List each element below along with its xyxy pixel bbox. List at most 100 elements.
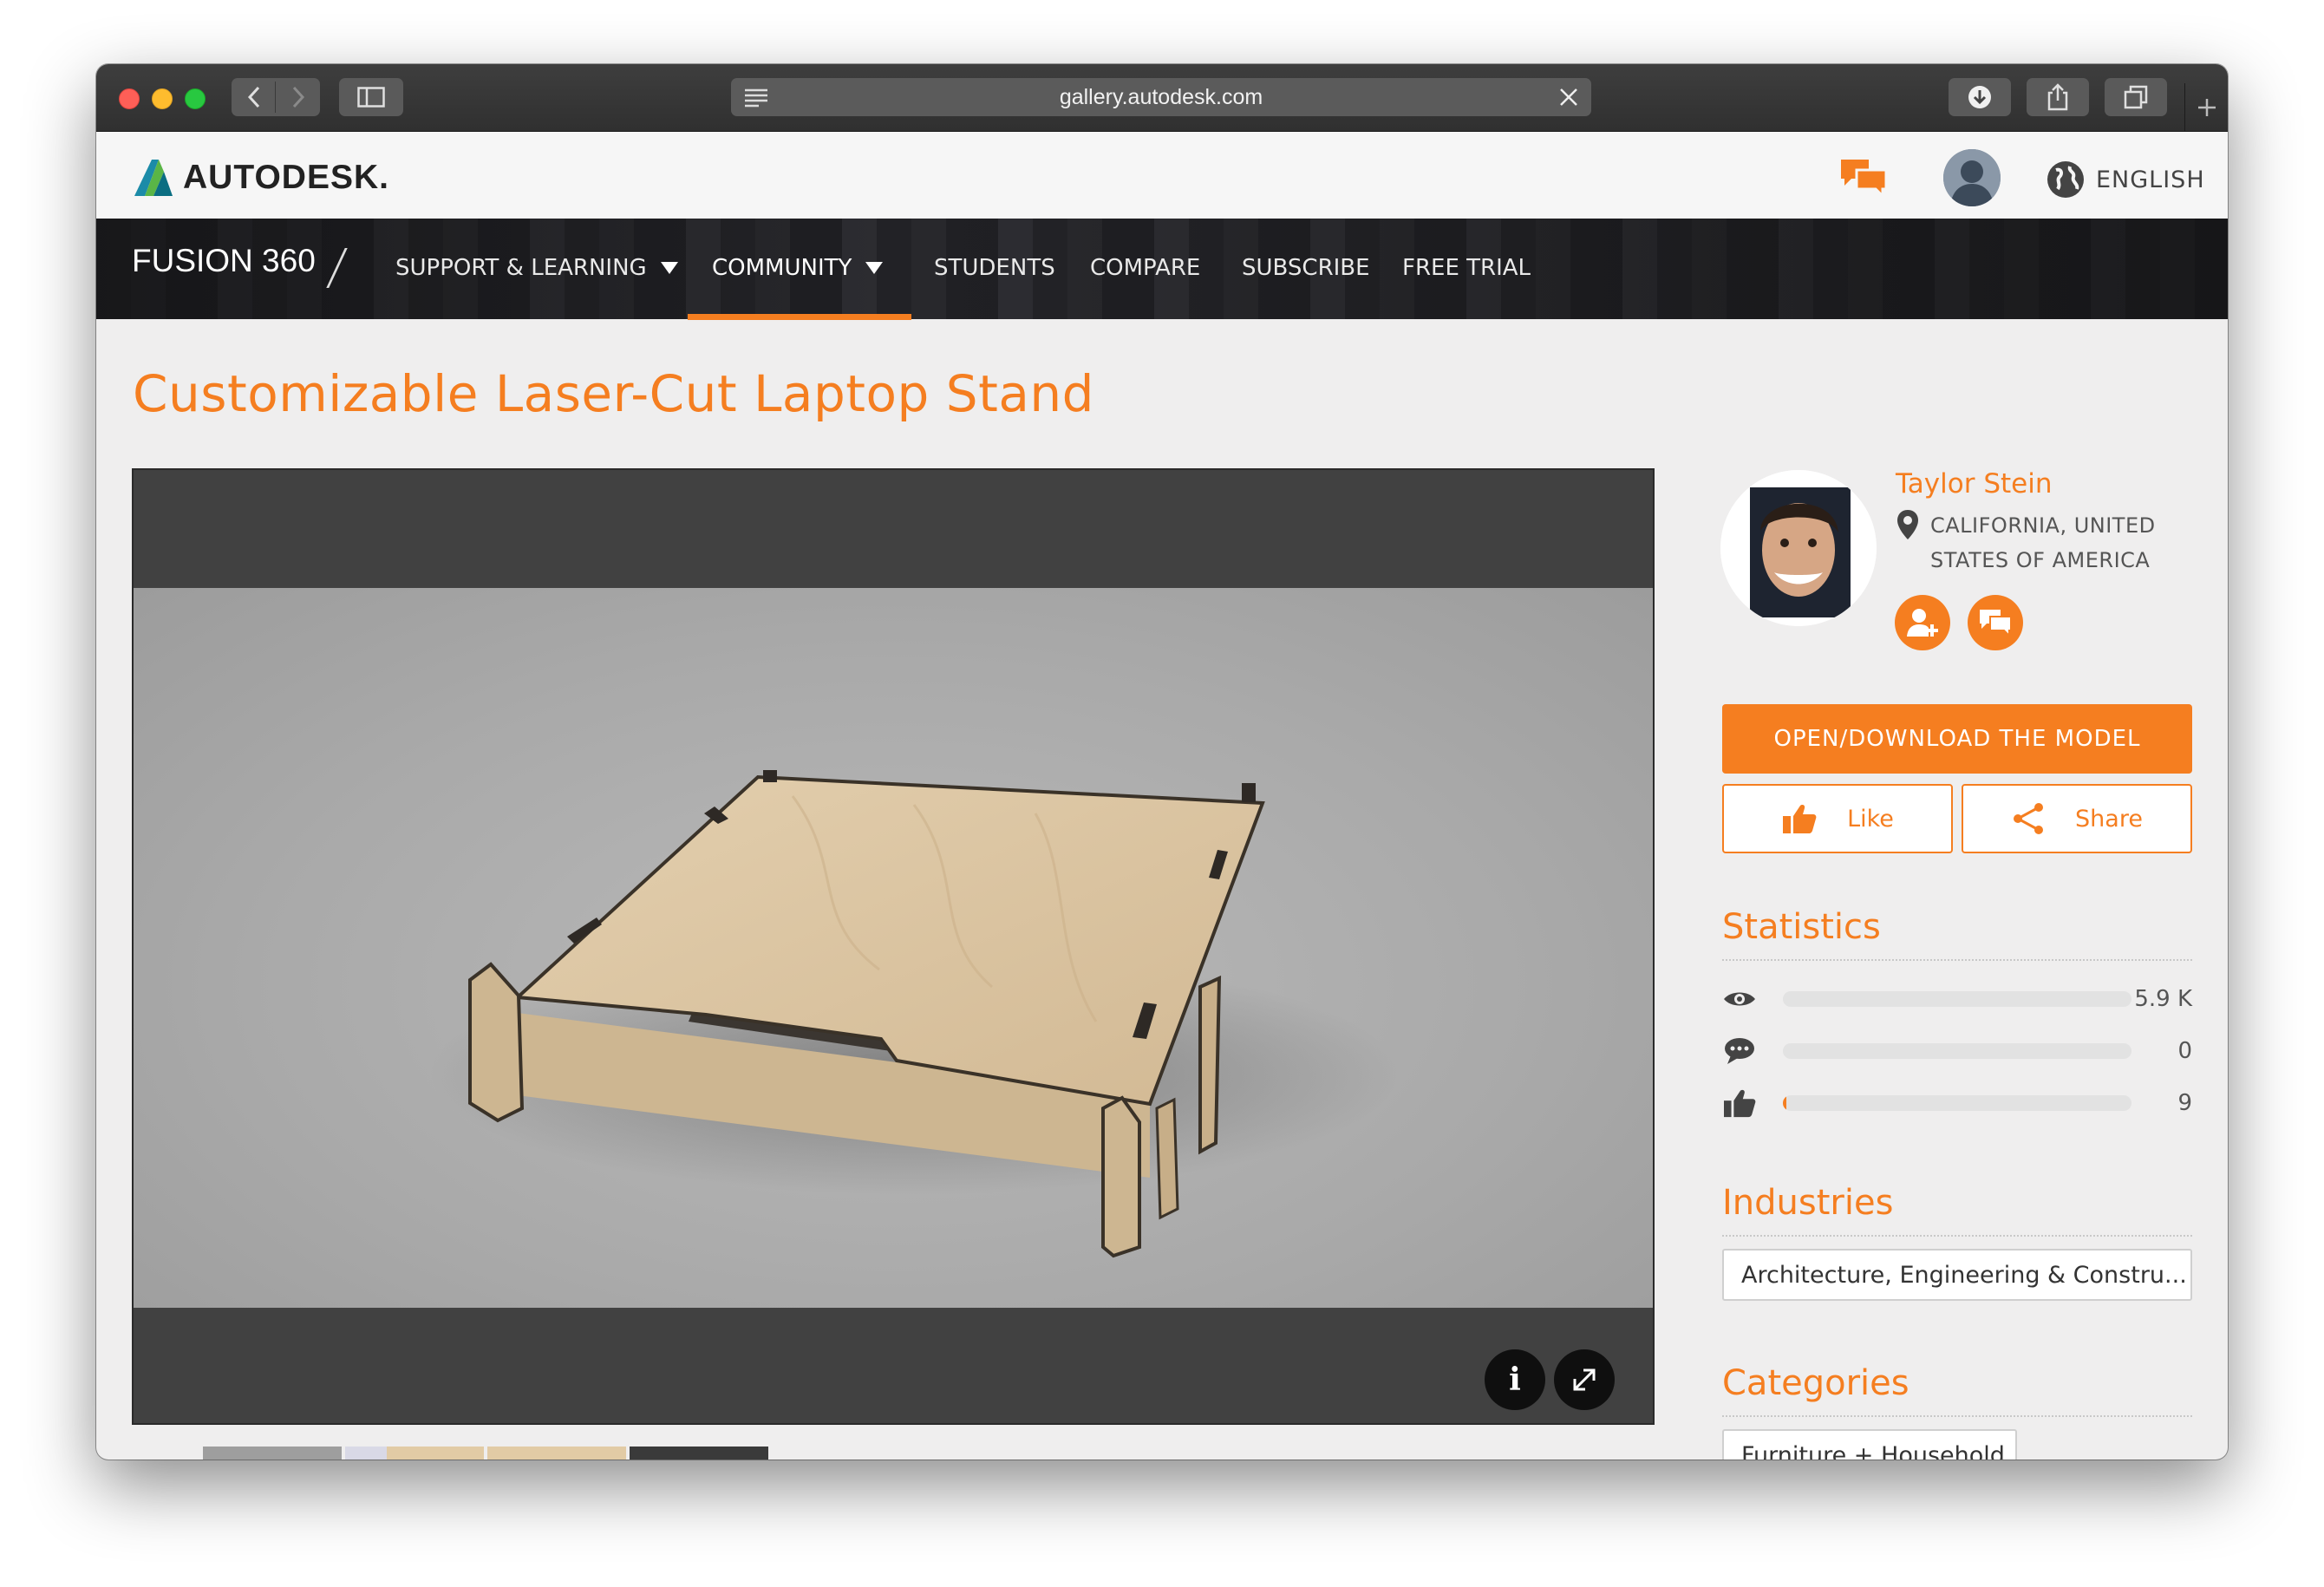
nav-item-label: SUBSCRIBE [1242,255,1370,281]
plus-icon [2197,99,2216,116]
stat-views-row: 5.9 K [1722,982,2192,1016]
autodesk-logo[interactable]: AUTODESK. [133,158,389,198]
page-title: Customizable Laser-Cut Laptop Stand [133,364,1094,423]
fullscreen-icon [1573,1368,1596,1391]
share-icon [2047,83,2068,111]
laptop-stand-render [428,770,1400,1258]
nav-item-support-learning[interactable]: SUPPORT & LEARNING [395,255,678,281]
nav-item-label: FREE TRIAL [1402,255,1531,281]
caret-down-icon [865,262,884,274]
user-silhouette-icon [1943,149,2001,206]
thumbnail[interactable] [203,1447,342,1460]
thumbs-up-icon [1783,805,1817,833]
downloads-button[interactable] [1949,78,2011,116]
new-tab-button[interactable] [2184,83,2228,132]
back-button[interactable] [232,78,276,116]
industry-tag[interactable]: Architecture, Engineering & Constru... [1722,1249,2192,1301]
product-nav: FUSION 360 SUPPORT & LEARNING COMMUNITY … [96,219,2228,320]
stat-comments-row: 0 [1722,1034,2192,1068]
like-label: Like [1847,805,1894,833]
download-icon [1968,86,1991,108]
statistics-heading: Statistics [1722,907,2192,961]
stat-bar [1783,991,2131,1007]
close-icon[interactable] [1558,87,1579,108]
nav-item-students[interactable]: STUDENTS [934,255,1055,281]
fullscreen-button[interactable] [1554,1349,1615,1410]
zoom-window-button[interactable] [185,88,206,109]
eye-icon [1724,992,1755,1006]
model-viewer[interactable]: i [132,468,1655,1425]
stat-bar-fill [1783,1095,1787,1111]
close-window-button[interactable] [119,88,140,109]
stat-bar [1783,1043,2131,1059]
sidebar-icon [357,87,385,108]
author-photo-image [1720,470,1877,626]
stat-views-value: 5.9 K [2134,986,2192,1012]
stat-comments-value: 0 [2177,1038,2192,1064]
tabs-icon [2124,85,2148,109]
nav-divider [326,248,348,288]
community-chat-button[interactable] [1839,158,1888,199]
industries-heading: Industries [1722,1183,2192,1237]
nav-item-free-trial[interactable]: FREE TRIAL [1402,255,1531,281]
browser-share-button[interactable] [2027,78,2089,116]
nav-item-label: STUDENTS [934,255,1055,281]
forward-button[interactable] [276,78,320,116]
nav-item-subscribe[interactable]: SUBSCRIBE [1242,255,1370,281]
author-name[interactable]: Taylor Stein [1896,468,2053,500]
globe-icon [2047,161,2084,198]
stat-likes-value: 9 [2177,1090,2192,1116]
open-download-button[interactable]: OPEN/DOWNLOAD THE MODEL [1722,704,2192,774]
language-label: ENGLISH [2096,166,2205,193]
browser-window: gallery.autodesk.com AUTODESK. ENGLISH F… [96,64,2228,1460]
share-label: Share [2075,805,2143,833]
stat-likes-row: 9 [1722,1086,2192,1120]
sidebar-toggle-button[interactable] [339,78,403,116]
logo-text: AUTODESK. [183,159,389,196]
stat-bar [1783,1095,2131,1111]
chevron-right-icon [292,86,304,108]
thumbnail[interactable] [345,1447,484,1460]
thumbnail-strip [203,1447,772,1460]
chat-icon [1841,160,1888,199]
model-render[interactable] [134,588,1653,1308]
active-nav-indicator [688,314,911,320]
thumbnail[interactable] [630,1447,768,1460]
like-button[interactable]: Like [1722,784,1953,853]
url-text: gallery.autodesk.com [1059,84,1263,109]
share-button[interactable]: Share [1962,784,2192,853]
nav-item-label: COMMUNITY [712,255,852,281]
show-tabs-button[interactable] [2105,78,2167,116]
author-location-text: CALIFORNIA, UNITED STATES OF AMERICA [1930,513,2156,572]
caret-down-icon [660,262,678,274]
info-button[interactable]: i [1485,1349,1545,1410]
user-avatar[interactable] [1943,149,2001,206]
history-nav [232,78,320,116]
author-avatar[interactable] [1720,470,1877,626]
product-title[interactable]: FUSION 360 [132,243,316,279]
thumbnail[interactable] [487,1447,626,1460]
browser-titlebar: gallery.autodesk.com [96,64,2228,132]
comment-icon [1725,1038,1754,1064]
reader-icon[interactable] [743,87,769,108]
author-location: CALIFORNIA, UNITED STATES OF AMERICA [1896,508,2190,578]
site-header: AUTODESK. ENGLISH [96,132,2228,219]
share-icon [2014,803,2044,834]
nav-item-label: SUPPORT & LEARNING [395,255,647,281]
location-pin-icon [1897,510,1918,539]
chevron-left-icon [247,86,259,108]
thumbs-up-icon [1724,1089,1756,1118]
message-author-button[interactable] [1968,595,2023,650]
categories-heading: Categories [1722,1363,2192,1417]
nav-item-compare[interactable]: COMPARE [1090,255,1200,281]
chat-icon [1980,610,2012,637]
autodesk-logo-icon [134,160,173,196]
follow-author-button[interactable] [1895,595,1950,650]
address-bar[interactable]: gallery.autodesk.com [731,78,1591,116]
language-selector[interactable]: ENGLISH [2046,160,2205,199]
add-user-icon [1907,609,1938,637]
info-icon: i [1509,1362,1521,1398]
nav-item-community[interactable]: COMMUNITY [712,255,884,281]
minimize-window-button[interactable] [152,88,173,109]
category-tag[interactable]: Furniture + Household [1722,1429,2017,1460]
